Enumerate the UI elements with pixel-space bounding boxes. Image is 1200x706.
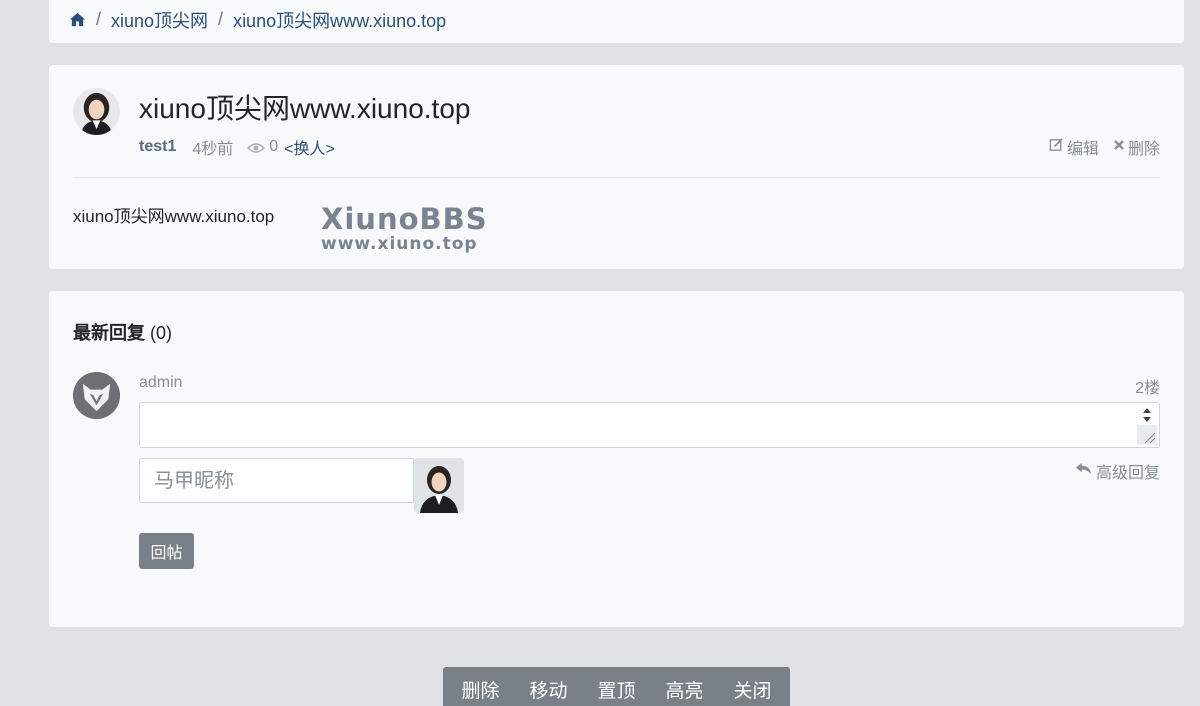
watermark-sub: www.xiuno.top bbox=[321, 234, 478, 254]
advanced-reply-link[interactable]: 高级回复 bbox=[1075, 459, 1160, 483]
breadcrumb-separator: / bbox=[96, 9, 102, 29]
reply-textarea[interactable] bbox=[139, 402, 1160, 448]
view-count: 0 bbox=[269, 138, 279, 155]
mod-delete-button[interactable]: 删除 bbox=[446, 676, 514, 703]
reply-card: 最新回复 (0) admin 2楼 马甲昵称 高级回复 回帖 bbox=[49, 291, 1184, 627]
nickname-input[interactable]: 马甲昵称 bbox=[139, 458, 414, 503]
mod-close-button[interactable]: 关闭 bbox=[719, 676, 787, 703]
breadcrumb-forum-link[interactable]: xiuno顶尖网 bbox=[111, 7, 208, 33]
spinner-icon[interactable] bbox=[1137, 405, 1157, 425]
reply-heading: 最新回复 (0) bbox=[73, 319, 172, 345]
moderator-toolbar: 删除 移动 置顶 高亮 关闭 bbox=[443, 667, 790, 706]
mod-highlight-button[interactable]: 高亮 bbox=[651, 676, 719, 703]
reply-heading-label: 最新回复 bbox=[73, 323, 145, 343]
edit-button[interactable]: 编辑 bbox=[1049, 135, 1099, 159]
watermark-image: XiunoBBS www.xiuno.top bbox=[321, 205, 488, 253]
edit-icon bbox=[1049, 137, 1064, 157]
thread-content: xiuno顶尖网www.xiuno.top bbox=[73, 207, 275, 226]
submit-reply-button[interactable]: 回帖 bbox=[139, 533, 194, 569]
breadcrumb-separator: / bbox=[218, 9, 224, 29]
floor-number: 2楼 bbox=[1135, 380, 1160, 397]
breadcrumb: / xiuno顶尖网 / xiuno顶尖网www.xiuno.top bbox=[49, 0, 1184, 43]
reply-count: (0) bbox=[150, 323, 173, 343]
mod-move-button[interactable]: 移动 bbox=[514, 676, 582, 703]
delete-label: 删除 bbox=[1127, 141, 1160, 158]
change-user-link[interactable]: <换人> bbox=[284, 135, 335, 159]
edit-label: 编辑 bbox=[1066, 141, 1099, 158]
author-avatar[interactable] bbox=[73, 88, 120, 135]
thread-actions: 编辑 删除 bbox=[1049, 135, 1160, 159]
breadcrumb-thread-link[interactable]: xiuno顶尖网www.xiuno.top bbox=[233, 7, 446, 33]
mod-sticky-button[interactable]: 置顶 bbox=[582, 676, 650, 703]
divider bbox=[73, 177, 1160, 178]
thread-title: xiuno顶尖网www.xiuno.top bbox=[139, 93, 471, 124]
watermark-main: XiunoBBS bbox=[321, 202, 488, 236]
close-icon bbox=[1113, 138, 1125, 156]
reply-user-name[interactable]: admin bbox=[139, 374, 183, 392]
nickname-avatar[interactable] bbox=[414, 458, 464, 513]
thread-meta: test1 4秒前 0 <换人> bbox=[139, 135, 335, 159]
advanced-reply-label: 高级回复 bbox=[1095, 465, 1160, 482]
delete-button[interactable]: 删除 bbox=[1113, 135, 1160, 159]
admin-avatar[interactable] bbox=[73, 372, 120, 419]
post-time: 4秒前 bbox=[192, 141, 234, 158]
eye-icon bbox=[247, 141, 266, 153]
home-icon[interactable] bbox=[69, 11, 86, 28]
author-name[interactable]: test1 bbox=[139, 138, 176, 156]
thread-card: xiuno顶尖网www.xiuno.top test1 4秒前 0 <换人> 编… bbox=[49, 65, 1184, 269]
resize-grip-icon[interactable] bbox=[1137, 425, 1157, 445]
reply-arrow-icon bbox=[1075, 461, 1092, 481]
